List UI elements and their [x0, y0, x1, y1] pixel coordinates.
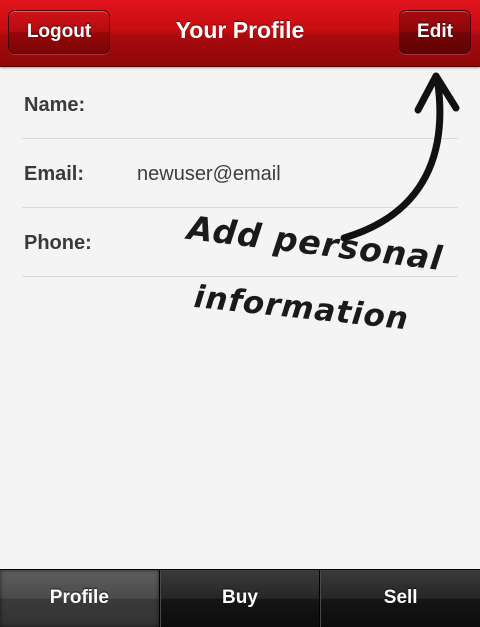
tab-profile[interactable]: Profile — [0, 570, 160, 627]
tab-bar: Profile Buy Sell — [0, 569, 480, 627]
edit-button[interactable]: Edit — [399, 10, 471, 54]
curved-arrow-icon — [340, 72, 460, 242]
navigation-bar: Logout Your Profile Edit — [0, 0, 480, 67]
tab-buy[interactable]: Buy — [159, 570, 321, 627]
logout-button[interactable]: Logout — [8, 10, 110, 54]
name-label: Name: — [24, 94, 86, 116]
phone-label: Phone: — [24, 232, 92, 254]
email-label: Email: — [24, 163, 85, 185]
email-value: newuser@email — [137, 163, 281, 185]
tab-sell[interactable]: Sell — [320, 570, 480, 627]
